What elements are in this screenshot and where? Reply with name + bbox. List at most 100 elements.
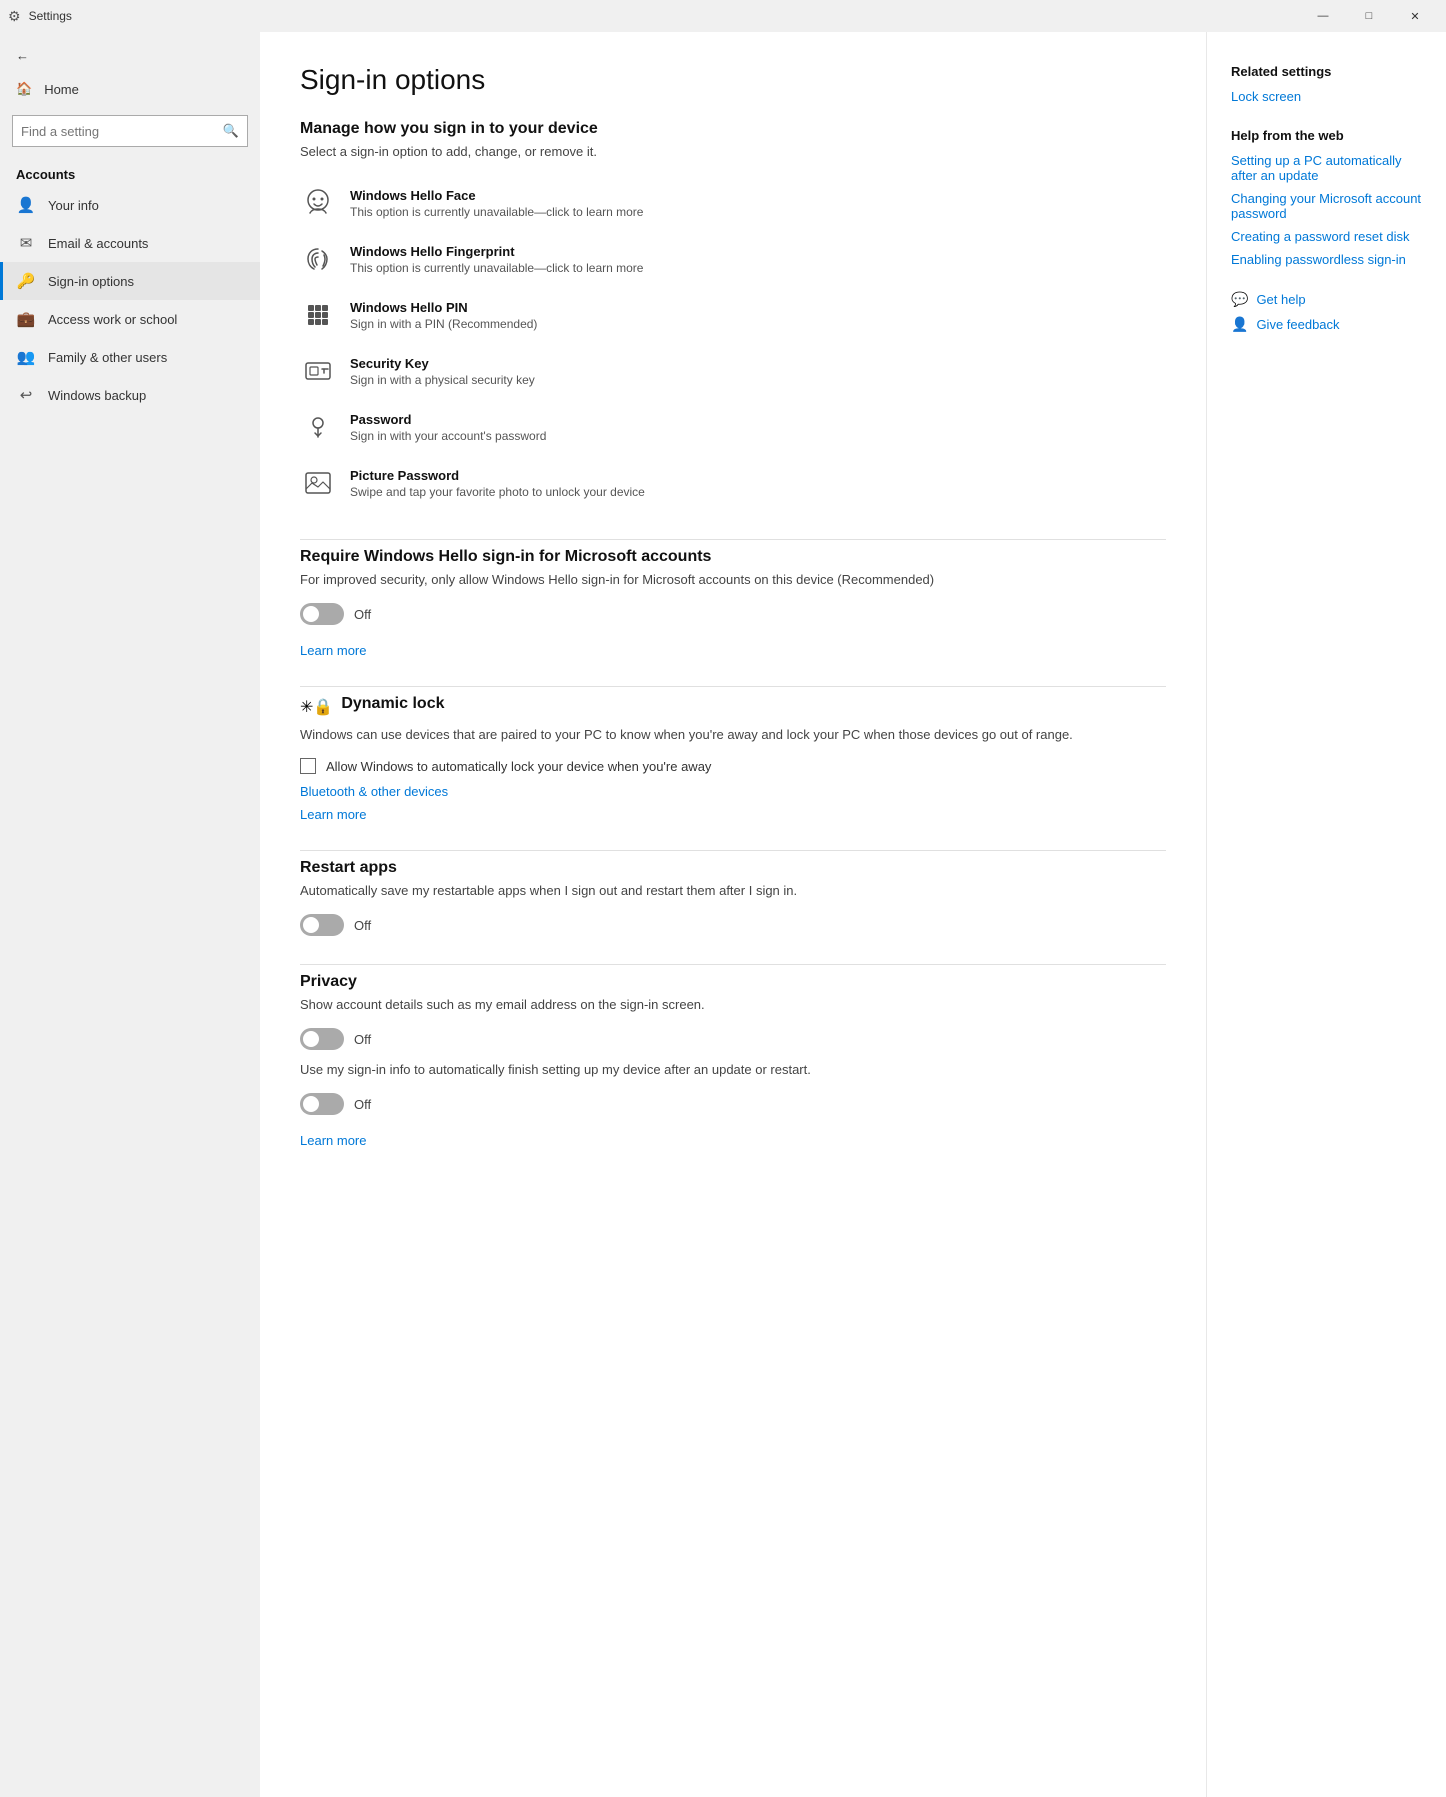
your-info-label: Your info xyxy=(48,198,99,213)
dynamic-lock-checkbox-label: Allow Windows to automatically lock your… xyxy=(326,759,711,774)
picture-password-icon xyxy=(300,465,336,501)
dynamic-lock-checkbox-row[interactable]: Allow Windows to automatically lock your… xyxy=(300,758,1166,774)
require-hello-toggle[interactable] xyxy=(300,603,344,625)
hello-fingerprint-desc: This option is currently unavailable—cli… xyxy=(350,261,643,275)
privacy-desc1: Show account details such as my email ad… xyxy=(300,997,1166,1012)
password-icon xyxy=(300,409,336,445)
back-button[interactable]: ← xyxy=(0,40,260,71)
access-work-label: Access work or school xyxy=(48,312,177,327)
security-key-desc: Sign in with a physical security key xyxy=(350,373,535,387)
picture-password-option[interactable]: Picture Password Swipe and tap your favo… xyxy=(300,455,1166,511)
search-input[interactable] xyxy=(21,124,223,139)
privacy-toggle1[interactable] xyxy=(300,1028,344,1050)
home-icon: 🏠 xyxy=(16,81,32,97)
sign-in-options-label: Sign-in options xyxy=(48,274,134,289)
titlebar-title: Settings xyxy=(29,9,72,23)
give-feedback-link[interactable]: Give feedback xyxy=(1256,317,1339,332)
back-icon: ← xyxy=(16,48,29,63)
dynamic-lock-icon: ✳🔒 xyxy=(300,697,333,717)
require-hello-desc: For improved security, only allow Window… xyxy=(300,572,1166,587)
dynamic-lock-section: ✳🔒 Dynamic lock Windows can use devices … xyxy=(300,686,1166,822)
password-label: Password xyxy=(350,412,546,427)
maximize-button[interactable]: □ xyxy=(1346,0,1392,32)
hello-face-label: Windows Hello Face xyxy=(350,188,643,203)
picture-password-desc: Swipe and tap your favorite photo to unl… xyxy=(350,485,645,499)
hello-fingerprint-option[interactable]: Windows Hello Fingerprint This option is… xyxy=(300,231,1166,287)
sidebar-home-item[interactable]: 🏠 Home xyxy=(0,71,260,107)
get-help-row[interactable]: 💬 Get help xyxy=(1231,291,1422,308)
privacy-toggle1-row: Off xyxy=(300,1028,1166,1050)
dynamic-lock-heading: Dynamic lock xyxy=(341,695,444,713)
manage-subtitle: Select a sign-in option to add, change, … xyxy=(300,144,1166,159)
bluetooth-link[interactable]: Bluetooth & other devices xyxy=(300,784,1166,799)
related-settings-group: Related settings Lock screen xyxy=(1231,64,1422,104)
sidebar-item-family-users[interactable]: 👥 Family & other users xyxy=(0,338,260,376)
hello-pin-desc: Sign in with a PIN (Recommended) xyxy=(350,317,537,331)
require-hello-toggle-row: Off xyxy=(300,603,1166,625)
privacy-learn-more[interactable]: Learn more xyxy=(300,1133,366,1148)
app-container: ← 🏠 Home 🔍 Accounts 👤 Your info ✉ Email … xyxy=(0,32,1446,1797)
titlebar: ⚙ Settings — □ ✕ xyxy=(0,0,1446,32)
restart-apps-toggle-row: Off xyxy=(300,914,1166,936)
lock-screen-link[interactable]: Lock screen xyxy=(1231,89,1422,104)
help-from-web-group: Help from the web Setting up a PC automa… xyxy=(1231,128,1422,267)
security-key-option[interactable]: Security Key Sign in with a physical sec… xyxy=(300,343,1166,399)
titlebar-controls: — □ ✕ xyxy=(1300,0,1438,32)
hello-face-option[interactable]: Windows Hello Face This option is curren… xyxy=(300,175,1166,231)
restart-apps-heading: Restart apps xyxy=(300,859,1166,877)
close-button[interactable]: ✕ xyxy=(1392,0,1438,32)
help-from-web-title: Help from the web xyxy=(1231,128,1422,143)
help-link-2[interactable]: Creating a password reset disk xyxy=(1231,229,1422,244)
privacy-toggle1-label: Off xyxy=(354,1032,371,1047)
hello-pin-label: Windows Hello PIN xyxy=(350,300,537,315)
privacy-desc2: Use my sign-in info to automatically fin… xyxy=(300,1062,1166,1077)
email-accounts-label: Email & accounts xyxy=(48,236,148,251)
minimize-button[interactable]: — xyxy=(1300,0,1346,32)
security-key-icon xyxy=(300,353,336,389)
hello-face-desc: This option is currently unavailable—cli… xyxy=(350,205,643,219)
backup-icon: ↩ xyxy=(16,386,36,404)
dynamic-lock-learn-more[interactable]: Learn more xyxy=(300,807,366,822)
privacy-toggle2-label: Off xyxy=(354,1097,371,1112)
password-option[interactable]: Password Sign in with your account's pas… xyxy=(300,399,1166,455)
restart-apps-toggle[interactable] xyxy=(300,914,344,936)
privacy-toggle2[interactable] xyxy=(300,1093,344,1115)
sidebar-item-windows-backup[interactable]: ↩ Windows backup xyxy=(0,376,260,414)
dynamic-lock-header: ✳🔒 Dynamic lock xyxy=(300,695,1166,719)
dynamic-lock-checkbox[interactable] xyxy=(300,758,316,774)
password-desc: Sign in with your account's password xyxy=(350,429,546,443)
give-feedback-row[interactable]: 👤 Give feedback xyxy=(1231,316,1422,333)
get-help-link[interactable]: Get help xyxy=(1256,292,1305,307)
hello-fingerprint-icon xyxy=(300,241,336,277)
sidebar-item-email-accounts[interactable]: ✉ Email & accounts xyxy=(0,224,260,262)
family-users-label: Family & other users xyxy=(48,350,167,365)
dynamic-lock-desc: Windows can use devices that are paired … xyxy=(300,727,1166,742)
hello-pin-option[interactable]: Windows Hello PIN Sign in with a PIN (Re… xyxy=(300,287,1166,343)
help-link-0[interactable]: Setting up a PC automatically after an u… xyxy=(1231,153,1422,183)
support-group: 💬 Get help 👤 Give feedback xyxy=(1231,291,1422,333)
help-link-1[interactable]: Changing your Microsoft account password xyxy=(1231,191,1422,221)
sidebar-section-title: Accounts xyxy=(0,155,260,186)
related-settings-title: Related settings xyxy=(1231,64,1422,79)
sidebar-item-sign-in-options[interactable]: 🔑 Sign-in options xyxy=(0,262,260,300)
require-hello-learn-more[interactable]: Learn more xyxy=(300,643,366,658)
page-title: Sign-in options xyxy=(300,64,1166,96)
privacy-section: Privacy Show account details such as my … xyxy=(300,964,1166,1148)
hello-face-icon xyxy=(300,185,336,221)
help-link-3[interactable]: Enabling passwordless sign-in xyxy=(1231,252,1422,267)
settings-icon: ⚙ xyxy=(8,8,21,25)
restart-apps-section: Restart apps Automatically save my resta… xyxy=(300,850,1166,936)
sidebar-item-your-info[interactable]: 👤 Your info xyxy=(0,186,260,224)
sidebar-item-access-work[interactable]: 💼 Access work or school xyxy=(0,300,260,338)
get-help-icon: 💬 xyxy=(1231,291,1248,308)
restart-apps-toggle-label: Off xyxy=(354,918,371,933)
give-feedback-icon: 👤 xyxy=(1231,316,1248,333)
email-icon: ✉ xyxy=(16,234,36,252)
require-hello-section: Require Windows Hello sign-in for Micros… xyxy=(300,539,1166,658)
titlebar-left: ⚙ Settings xyxy=(8,8,72,25)
search-box[interactable]: 🔍 xyxy=(12,115,248,147)
right-panel: Related settings Lock screen Help from t… xyxy=(1206,32,1446,1797)
search-icon: 🔍 xyxy=(223,123,239,139)
main-content: Sign-in options Manage how you sign in t… xyxy=(260,32,1206,1797)
privacy-toggle2-row: Off xyxy=(300,1093,1166,1115)
